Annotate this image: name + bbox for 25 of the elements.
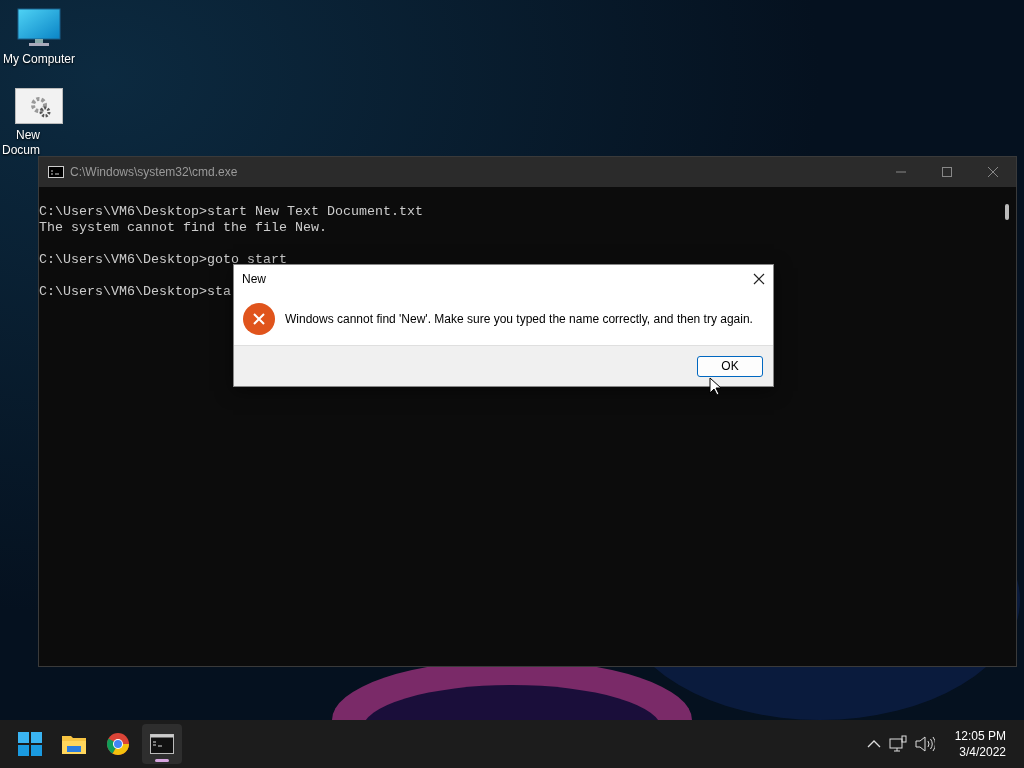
- close-button[interactable]: [753, 273, 765, 285]
- console-line: The system cannot find the file New.: [39, 220, 328, 236]
- clock-time[interactable]: 12:05 PM: [954, 728, 1006, 744]
- clock-date[interactable]: 3/4/2022: [959, 744, 1006, 760]
- error-icon: [243, 303, 275, 335]
- icon-label[interactable]: My Computer: [3, 52, 75, 66]
- icon-label[interactable]: New Docum: [0, 128, 40, 158]
- speaker-icon[interactable]: [914, 736, 935, 752]
- dialog-title: New: [242, 272, 266, 286]
- settings-file-icon[interactable]: [15, 88, 63, 124]
- console-line: C:\Users\VM6\Desktop>sta: [39, 284, 232, 300]
- window-title: C:\Windows\system32\cmd.exe: [70, 165, 238, 179]
- monitor-icon[interactable]: [17, 8, 61, 48]
- folder-icon[interactable]: [61, 733, 87, 755]
- error-message: Windows cannot find 'New'. Make sure you typed the name correctly, and then try again.: [285, 312, 753, 326]
- browser-icon[interactable]: [106, 732, 130, 756]
- terminal-icon[interactable]: [150, 734, 174, 754]
- network-icon[interactable]: [888, 735, 907, 753]
- chevron-up-icon[interactable]: [866, 739, 881, 749]
- scrollbar-thumb[interactable]: [1005, 204, 1009, 220]
- console-line: C:\Users\VM6\Desktop>goto start: [39, 252, 288, 268]
- windows-start-icon[interactable]: [18, 732, 42, 756]
- console-icon: [48, 166, 64, 178]
- console-line: C:\Users\VM6\Desktop>start New Text Document.txt: [39, 204, 424, 220]
- ok-button[interactable]: OK: [697, 355, 763, 377]
